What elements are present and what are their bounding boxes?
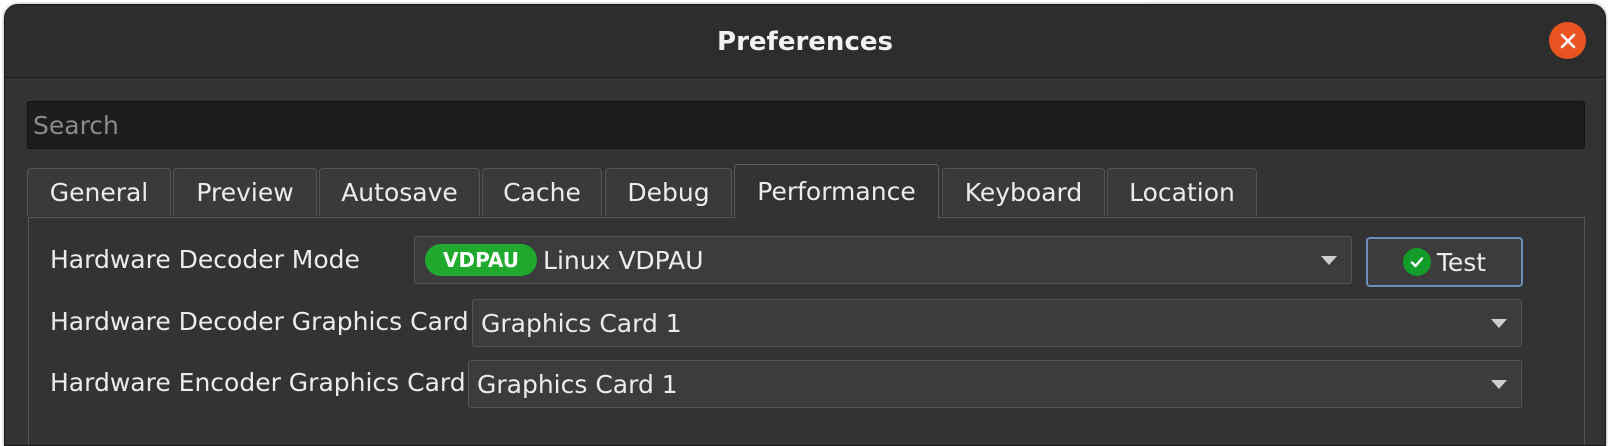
- test-button-label: Test: [1436, 247, 1487, 277]
- close-icon: [1560, 33, 1575, 48]
- window-title: Preferences: [717, 27, 893, 57]
- chevron-down-icon: [1321, 256, 1337, 265]
- decoder-mode-label: Hardware Decoder Mode: [50, 245, 360, 274]
- encoder-card-label: Hardware Encoder Graphics Card: [50, 368, 466, 397]
- decoder-mode-dropdown[interactable]: VDPAU Linux VDPAU: [414, 236, 1352, 284]
- chevron-down-icon: [1491, 319, 1507, 328]
- tab-label: General: [49, 178, 149, 207]
- tab-performance[interactable]: Performance: [734, 164, 939, 218]
- decoder-card-dropdown[interactable]: Graphics Card 1: [472, 299, 1522, 347]
- tab-general[interactable]: General: [27, 168, 171, 216]
- tab-cache[interactable]: Cache: [482, 168, 602, 216]
- test-button[interactable]: Test: [1366, 237, 1523, 287]
- preferences-dialog: Preferences General Preview Autosave Cac…: [4, 4, 1606, 446]
- tab-debug[interactable]: Debug: [605, 168, 732, 216]
- tab-label: Keyboard: [964, 178, 1083, 207]
- vdpau-badge: VDPAU: [425, 244, 538, 276]
- tab-label: Autosave: [341, 178, 458, 207]
- tab-preview[interactable]: Preview: [173, 168, 317, 216]
- search-input[interactable]: [27, 101, 1585, 149]
- tab-label: Performance: [757, 177, 916, 206]
- tab-keyboard[interactable]: Keyboard: [942, 168, 1105, 216]
- chevron-down-icon: [1491, 380, 1507, 389]
- decoder-mode-value: Linux VDPAU: [543, 245, 704, 275]
- tab-label: Location: [1129, 178, 1235, 207]
- encoder-card-dropdown[interactable]: Graphics Card 1: [468, 360, 1522, 408]
- decoder-card-label: Hardware Decoder Graphics Card: [50, 307, 469, 336]
- tab-label: Debug: [627, 178, 710, 207]
- encoder-card-value: Graphics Card 1: [477, 369, 678, 399]
- tab-label: Cache: [503, 178, 581, 207]
- tab-autosave[interactable]: Autosave: [319, 168, 480, 216]
- check-circle-icon: [1402, 248, 1431, 276]
- decoder-card-value: Graphics Card 1: [481, 308, 682, 338]
- tab-location[interactable]: Location: [1107, 168, 1257, 216]
- tab-label: Preview: [196, 178, 294, 207]
- close-button[interactable]: [1549, 22, 1586, 59]
